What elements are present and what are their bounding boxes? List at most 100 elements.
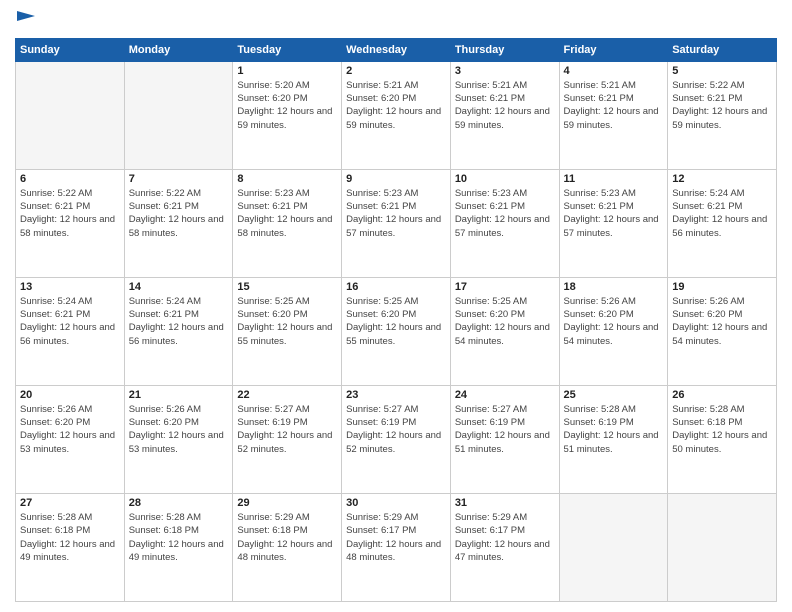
day-number: 26 <box>672 389 772 401</box>
day-cell: 1 Sunrise: 5:20 AM Sunset: 6:20 PM Dayli… <box>233 61 342 169</box>
day-info: Sunrise: 5:27 AM Sunset: 6:19 PM Dayligh… <box>455 403 555 456</box>
sunrise-label: Sunrise: 5:28 AM <box>129 512 201 523</box>
week-row-2: 6 Sunrise: 5:22 AM Sunset: 6:21 PM Dayli… <box>16 169 777 277</box>
day-number: 3 <box>455 65 555 77</box>
day-number: 7 <box>129 173 229 185</box>
daylight-label: Daylight: 12 hours and 56 minutes. <box>20 322 115 346</box>
day-cell: 21 Sunrise: 5:26 AM Sunset: 6:20 PM Dayl… <box>124 385 233 493</box>
day-cell: 29 Sunrise: 5:29 AM Sunset: 6:18 PM Dayl… <box>233 493 342 601</box>
sunset-label: Sunset: 6:21 PM <box>672 201 742 212</box>
sunrise-label: Sunrise: 5:27 AM <box>455 404 527 415</box>
day-info: Sunrise: 5:27 AM Sunset: 6:19 PM Dayligh… <box>346 403 446 456</box>
day-info: Sunrise: 5:29 AM Sunset: 6:17 PM Dayligh… <box>455 511 555 564</box>
header-sunday: Sunday <box>16 38 125 61</box>
daylight-label: Daylight: 12 hours and 51 minutes. <box>564 430 659 454</box>
day-info: Sunrise: 5:29 AM Sunset: 6:18 PM Dayligh… <box>237 511 337 564</box>
sunrise-label: Sunrise: 5:22 AM <box>672 80 744 91</box>
sunset-label: Sunset: 6:21 PM <box>20 309 90 320</box>
sunset-label: Sunset: 6:19 PM <box>237 417 307 428</box>
day-number: 27 <box>20 497 120 509</box>
sunrise-label: Sunrise: 5:24 AM <box>20 296 92 307</box>
day-number: 28 <box>129 497 229 509</box>
day-number: 4 <box>564 65 664 77</box>
day-info: Sunrise: 5:23 AM Sunset: 6:21 PM Dayligh… <box>346 187 446 240</box>
sunset-label: Sunset: 6:20 PM <box>237 309 307 320</box>
week-row-5: 27 Sunrise: 5:28 AM Sunset: 6:18 PM Dayl… <box>16 493 777 601</box>
day-cell: 4 Sunrise: 5:21 AM Sunset: 6:21 PM Dayli… <box>559 61 668 169</box>
sunrise-label: Sunrise: 5:29 AM <box>346 512 418 523</box>
day-cell: 10 Sunrise: 5:23 AM Sunset: 6:21 PM Dayl… <box>450 169 559 277</box>
day-cell: 17 Sunrise: 5:25 AM Sunset: 6:20 PM Dayl… <box>450 277 559 385</box>
daylight-label: Daylight: 12 hours and 49 minutes. <box>20 539 115 563</box>
day-number: 29 <box>237 497 337 509</box>
sunset-label: Sunset: 6:18 PM <box>672 417 742 428</box>
logo-flag-icon <box>17 11 35 25</box>
day-number: 1 <box>237 65 337 77</box>
daylight-label: Daylight: 12 hours and 52 minutes. <box>346 430 441 454</box>
daylight-label: Daylight: 12 hours and 58 minutes. <box>237 214 332 238</box>
day-info: Sunrise: 5:22 AM Sunset: 6:21 PM Dayligh… <box>672 79 772 132</box>
day-cell: 9 Sunrise: 5:23 AM Sunset: 6:21 PM Dayli… <box>342 169 451 277</box>
sunrise-label: Sunrise: 5:22 AM <box>20 188 92 199</box>
day-info: Sunrise: 5:26 AM Sunset: 6:20 PM Dayligh… <box>129 403 229 456</box>
day-number: 6 <box>20 173 120 185</box>
sunrise-label: Sunrise: 5:28 AM <box>672 404 744 415</box>
sunset-label: Sunset: 6:19 PM <box>346 417 416 428</box>
sunrise-label: Sunrise: 5:22 AM <box>129 188 201 199</box>
daylight-label: Daylight: 12 hours and 55 minutes. <box>237 322 332 346</box>
sunrise-label: Sunrise: 5:24 AM <box>672 188 744 199</box>
sunset-label: Sunset: 6:21 PM <box>564 93 634 104</box>
sunset-label: Sunset: 6:20 PM <box>672 309 742 320</box>
day-number: 17 <box>455 281 555 293</box>
sunrise-label: Sunrise: 5:26 AM <box>129 404 201 415</box>
sunrise-label: Sunrise: 5:23 AM <box>237 188 309 199</box>
page: SundayMondayTuesdayWednesdayThursdayFrid… <box>0 0 792 612</box>
day-info: Sunrise: 5:25 AM Sunset: 6:20 PM Dayligh… <box>455 295 555 348</box>
day-info: Sunrise: 5:28 AM Sunset: 6:19 PM Dayligh… <box>564 403 664 456</box>
daylight-label: Daylight: 12 hours and 56 minutes. <box>672 214 767 238</box>
day-number: 15 <box>237 281 337 293</box>
daylight-label: Daylight: 12 hours and 59 minutes. <box>455 106 550 130</box>
sunset-label: Sunset: 6:20 PM <box>564 309 634 320</box>
day-cell: 27 Sunrise: 5:28 AM Sunset: 6:18 PM Dayl… <box>16 493 125 601</box>
logo-text-block <box>15 10 35 30</box>
sunrise-label: Sunrise: 5:25 AM <box>455 296 527 307</box>
daylight-label: Daylight: 12 hours and 58 minutes. <box>20 214 115 238</box>
day-info: Sunrise: 5:23 AM Sunset: 6:21 PM Dayligh… <box>237 187 337 240</box>
sunset-label: Sunset: 6:21 PM <box>346 201 416 212</box>
daylight-label: Daylight: 12 hours and 54 minutes. <box>672 322 767 346</box>
daylight-label: Daylight: 12 hours and 52 minutes. <box>237 430 332 454</box>
sunrise-label: Sunrise: 5:23 AM <box>564 188 636 199</box>
day-info: Sunrise: 5:24 AM Sunset: 6:21 PM Dayligh… <box>672 187 772 240</box>
day-info: Sunrise: 5:21 AM Sunset: 6:20 PM Dayligh… <box>346 79 446 132</box>
day-info: Sunrise: 5:22 AM Sunset: 6:21 PM Dayligh… <box>20 187 120 240</box>
sunset-label: Sunset: 6:19 PM <box>455 417 525 428</box>
sunrise-label: Sunrise: 5:23 AM <box>455 188 527 199</box>
header-tuesday: Tuesday <box>233 38 342 61</box>
day-number: 14 <box>129 281 229 293</box>
sunset-label: Sunset: 6:20 PM <box>237 93 307 104</box>
day-number: 25 <box>564 389 664 401</box>
day-cell: 22 Sunrise: 5:27 AM Sunset: 6:19 PM Dayl… <box>233 385 342 493</box>
header-wednesday: Wednesday <box>342 38 451 61</box>
daylight-label: Daylight: 12 hours and 49 minutes. <box>129 539 224 563</box>
day-cell: 26 Sunrise: 5:28 AM Sunset: 6:18 PM Dayl… <box>668 385 777 493</box>
sunrise-label: Sunrise: 5:25 AM <box>237 296 309 307</box>
day-number: 11 <box>564 173 664 185</box>
sunset-label: Sunset: 6:20 PM <box>129 417 199 428</box>
day-cell: 20 Sunrise: 5:26 AM Sunset: 6:20 PM Dayl… <box>16 385 125 493</box>
day-cell: 13 Sunrise: 5:24 AM Sunset: 6:21 PM Dayl… <box>16 277 125 385</box>
daylight-label: Daylight: 12 hours and 54 minutes. <box>564 322 659 346</box>
sunset-label: Sunset: 6:21 PM <box>129 201 199 212</box>
daylight-label: Daylight: 12 hours and 51 minutes. <box>455 430 550 454</box>
day-cell: 25 Sunrise: 5:28 AM Sunset: 6:19 PM Dayl… <box>559 385 668 493</box>
daylight-label: Daylight: 12 hours and 56 minutes. <box>129 322 224 346</box>
sunset-label: Sunset: 6:17 PM <box>455 525 525 536</box>
header-friday: Friday <box>559 38 668 61</box>
day-number: 31 <box>455 497 555 509</box>
week-row-4: 20 Sunrise: 5:26 AM Sunset: 6:20 PM Dayl… <box>16 385 777 493</box>
day-info: Sunrise: 5:24 AM Sunset: 6:21 PM Dayligh… <box>20 295 120 348</box>
day-cell: 31 Sunrise: 5:29 AM Sunset: 6:17 PM Dayl… <box>450 493 559 601</box>
daylight-label: Daylight: 12 hours and 48 minutes. <box>237 539 332 563</box>
sunset-label: Sunset: 6:20 PM <box>346 93 416 104</box>
